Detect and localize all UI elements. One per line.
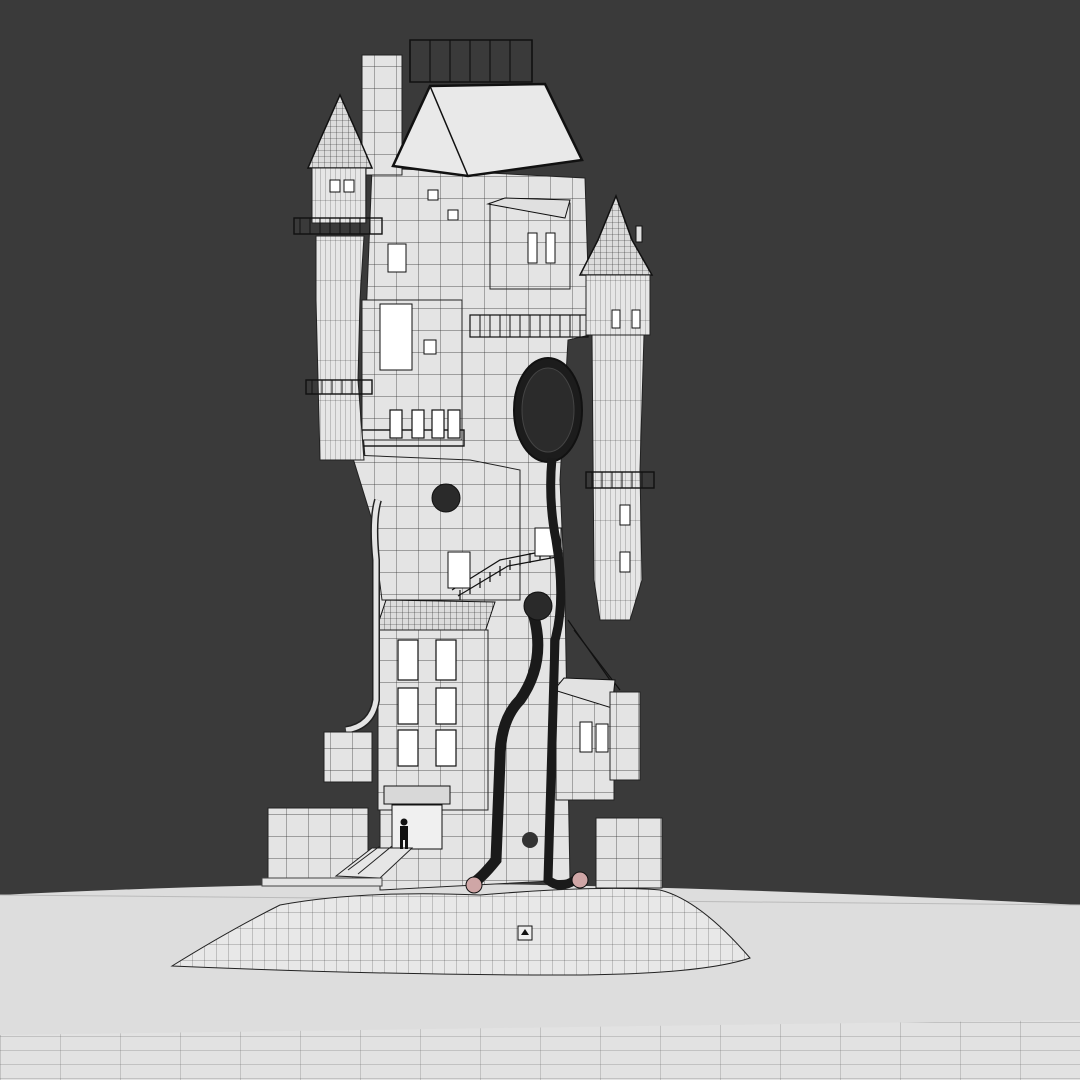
viewport-canvas[interactable] — [0, 0, 1080, 1080]
3d-viewport[interactable] — [0, 0, 1080, 1080]
light-marker[interactable] — [517, 925, 533, 941]
